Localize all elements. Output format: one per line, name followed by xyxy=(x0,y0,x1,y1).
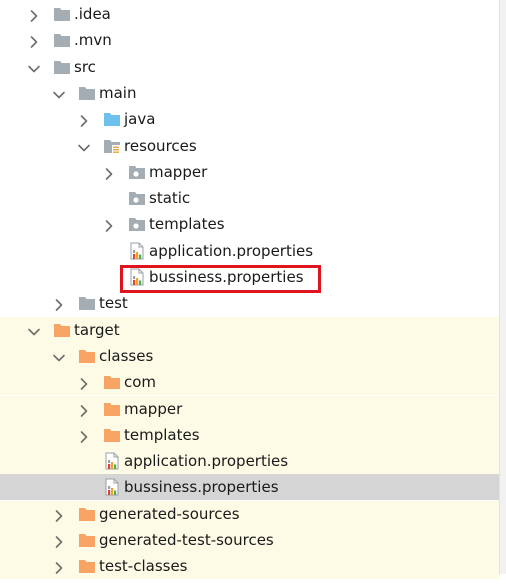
excluded-folder-icon xyxy=(103,426,121,444)
chevron-right-icon[interactable] xyxy=(76,111,92,127)
tree-node-label: .mvn xyxy=(74,31,112,50)
chevron-right-icon[interactable] xyxy=(51,295,67,312)
tree-node-mapper[interactable]: mapper xyxy=(0,159,500,185)
folder-icon xyxy=(78,294,96,312)
properties-file-icon xyxy=(103,478,121,496)
tree-node-label: classes xyxy=(99,346,154,365)
package-folder-icon xyxy=(128,215,146,233)
tree-node-mapper-target[interactable]: mapper xyxy=(0,395,500,422)
chevron-right-icon[interactable] xyxy=(76,401,92,417)
tree-node-label: static xyxy=(149,189,191,208)
tree-node-biz-props-target[interactable]: bussiness.properties xyxy=(0,474,500,501)
resources-folder-icon xyxy=(103,137,121,155)
tree-node-test[interactable]: test xyxy=(0,290,500,316)
tree-node-main[interactable]: main xyxy=(0,80,500,106)
tree-node-label: target xyxy=(74,320,120,339)
excluded-folder-icon xyxy=(78,531,96,549)
properties-file-icon xyxy=(128,242,146,260)
tree-node-app-props-target[interactable]: application.properties xyxy=(0,448,500,475)
tree-node-label: application.properties xyxy=(124,452,289,471)
tree-node-label: resources xyxy=(124,136,197,155)
tree-node-target[interactable]: target xyxy=(0,316,500,343)
tree-node-label: com xyxy=(124,373,157,392)
annotation-highlight-box xyxy=(120,265,321,293)
chevron-right-icon[interactable] xyxy=(101,216,117,233)
tree-node-resources[interactable]: resources xyxy=(0,133,500,159)
folder-icon xyxy=(53,58,71,76)
tree-node-mvn[interactable]: .mvn xyxy=(0,27,500,53)
chevron-right-icon[interactable] xyxy=(26,6,42,22)
excluded-folder-icon xyxy=(78,557,96,575)
tree-node-templates-target[interactable]: templates xyxy=(0,421,500,448)
tree-node-label: templates xyxy=(149,215,225,234)
excluded-folder-icon xyxy=(103,400,121,418)
tree-node-static[interactable]: static xyxy=(0,185,500,211)
tree-node-generated-test-sources[interactable]: generated-test-sources xyxy=(0,527,500,553)
tree-node-generated-sources[interactable]: generated-sources xyxy=(0,500,500,527)
tree-node-label: src xyxy=(74,57,96,76)
chevron-down-icon[interactable] xyxy=(76,138,92,154)
excluded-folder-icon xyxy=(53,321,71,339)
tree-node-java[interactable]: java xyxy=(0,106,500,132)
vertical-scrollbar[interactable] xyxy=(499,0,506,574)
tree-node-label: mapper xyxy=(149,162,208,181)
tree-node-classes[interactable]: classes xyxy=(0,342,500,369)
excluded-folder-icon xyxy=(103,373,121,391)
chevron-right-icon[interactable] xyxy=(76,374,92,390)
source-folder-icon xyxy=(103,110,121,128)
tree-node-label: templates xyxy=(124,425,200,444)
tree-node-com[interactable]: com xyxy=(0,369,500,396)
chevron-down-icon[interactable] xyxy=(51,348,67,364)
tree-node-src[interactable]: src xyxy=(0,54,500,80)
chevron-right-icon[interactable] xyxy=(76,427,92,443)
tree-node-test-classes[interactable]: test-classes xyxy=(0,553,500,580)
package-folder-icon xyxy=(128,163,146,181)
tree-node-label: application.properties xyxy=(149,241,314,260)
tree-node-label: main xyxy=(99,83,137,102)
chevron-right-icon[interactable] xyxy=(51,532,67,548)
chevron-right-icon[interactable] xyxy=(101,164,117,180)
chevron-right-icon[interactable] xyxy=(51,558,67,575)
excluded-folder-icon xyxy=(78,347,96,365)
tree-node-label: java xyxy=(124,110,156,129)
package-folder-icon xyxy=(128,189,146,207)
chevron-down-icon[interactable] xyxy=(51,85,67,101)
tree-node-label: generated-test-sources xyxy=(99,531,274,549)
properties-file-icon xyxy=(103,452,121,470)
tree-node-label: test xyxy=(99,294,128,313)
tree-node-label: generated-sources xyxy=(99,504,240,523)
tree-node-label: mapper xyxy=(124,399,183,418)
folder-icon xyxy=(53,31,71,49)
tree-node-idea[interactable]: .idea xyxy=(0,1,500,27)
tree-node-templates[interactable]: templates xyxy=(0,211,500,237)
tree-node-app-props-src[interactable]: application.properties xyxy=(0,238,500,264)
excluded-folder-icon xyxy=(78,505,96,523)
tree-node-label: .idea xyxy=(74,5,111,23)
chevron-down-icon[interactable] xyxy=(26,59,42,75)
chevron-right-icon[interactable] xyxy=(26,32,42,49)
folder-icon xyxy=(78,84,96,102)
chevron-right-icon[interactable] xyxy=(51,506,67,522)
chevron-down-icon[interactable] xyxy=(26,322,42,338)
tree-node-label: bussiness.properties xyxy=(124,478,279,497)
folder-icon xyxy=(53,5,71,23)
tree-node-label: test-classes xyxy=(99,557,188,576)
